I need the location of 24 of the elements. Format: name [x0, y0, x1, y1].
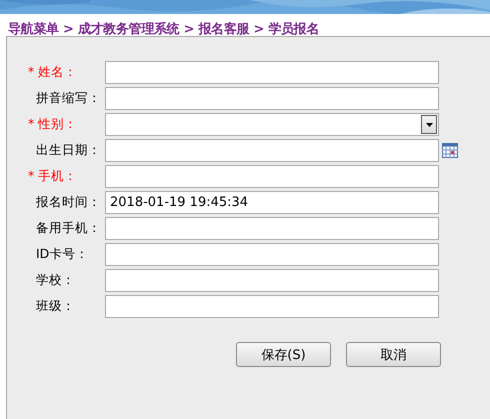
input-field[interactable] [105, 243, 439, 266]
field-label: 学校： [35, 272, 76, 289]
input-field[interactable] [105, 87, 439, 110]
field-label: ID卡号： [35, 246, 90, 263]
input-field[interactable] [105, 139, 439, 162]
field-label: 备用手机： [35, 220, 102, 237]
input-field[interactable]: 2018-01-19 19:45:34 [105, 191, 439, 214]
field-label: 出生日期： [35, 142, 102, 159]
input-field[interactable] [105, 269, 439, 292]
cancel-button[interactable]: 取消 [346, 342, 441, 367]
field-label: * 手机： [27, 168, 78, 185]
input-field[interactable] [105, 165, 439, 188]
select-field[interactable] [105, 113, 439, 136]
input-field[interactable] [105, 61, 439, 84]
field-label: 拼音缩写： [35, 90, 102, 107]
field-label: * 姓名： [27, 64, 78, 81]
calendar-icon[interactable] [442, 143, 458, 158]
breadcrumb: 导航菜单 > 成才教务管理系统 > 报名客服 > 学员报名 [7, 20, 320, 36]
input-field[interactable] [105, 217, 439, 240]
field-label: * 性别： [27, 116, 78, 133]
input-field[interactable] [105, 295, 439, 318]
save-button[interactable]: 保存(S) [236, 342, 331, 367]
field-label: 报名时间： [35, 194, 102, 211]
field-label: 班级： [35, 298, 76, 315]
